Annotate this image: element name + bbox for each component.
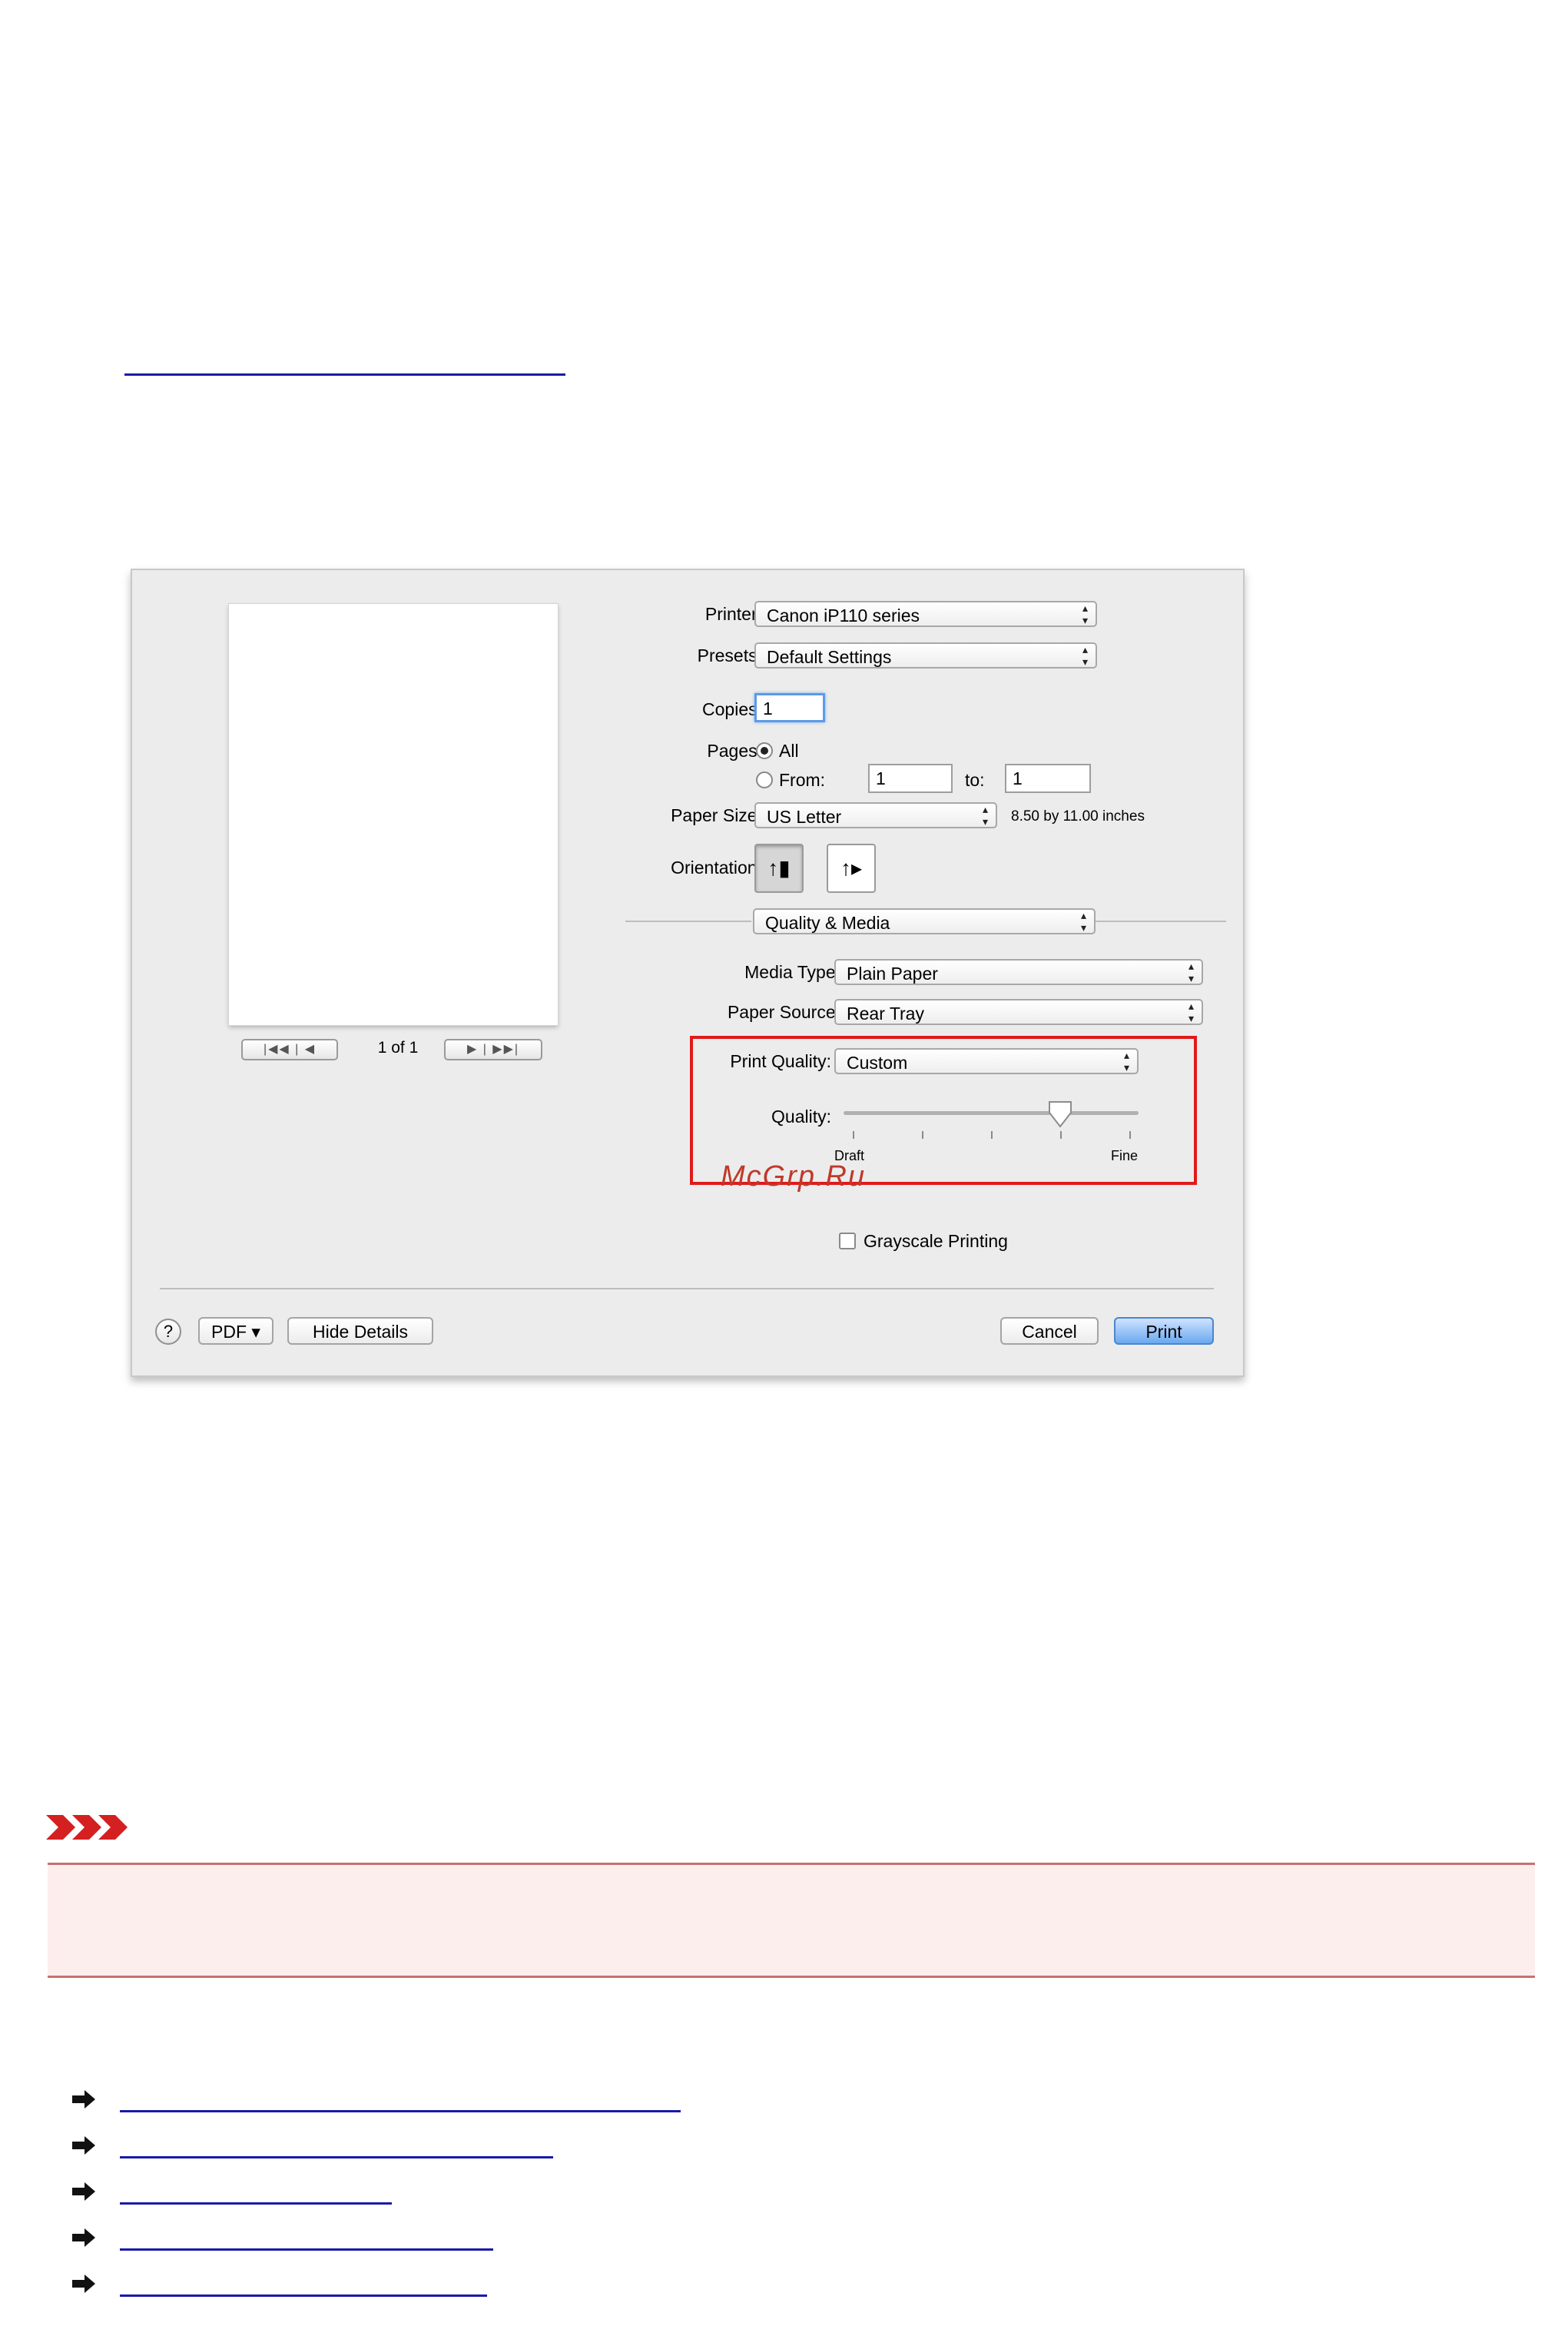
paper-size-label: Paper Size: <box>671 805 762 825</box>
related-link-1[interactable] <box>71 2089 681 2114</box>
right-arrow-icon <box>72 2228 95 2247</box>
watermark-text: McGrp.Ru <box>721 1160 867 1193</box>
related-link-underline <box>120 2248 493 2251</box>
grayscale-label: Grayscale Printing <box>864 1231 1008 1251</box>
slider-tick <box>991 1131 993 1139</box>
related-link-2[interactable] <box>71 2135 553 2160</box>
pages-to-label: to: <box>965 770 985 790</box>
right-arrow-icon <box>72 2136 95 2155</box>
paper-source-popup[interactable]: Rear Tray ▴ ▾ <box>834 999 1203 1025</box>
updown-arrows-icon: ▴ ▾ <box>1082 602 1088 626</box>
preview-first-prev-button[interactable]: |◀◀ | ◀ <box>241 1039 338 1060</box>
slider-tick <box>853 1131 854 1139</box>
related-link-underline <box>120 2156 553 2158</box>
quality-slider[interactable] <box>844 1100 1139 1143</box>
cancel-button[interactable]: Cancel <box>1000 1317 1099 1345</box>
orientation-label: Orientation: <box>671 858 762 878</box>
pages-from-field[interactable]: 1 <box>868 764 953 793</box>
print-button[interactable]: Print <box>1114 1317 1214 1345</box>
pages-label: Pages: <box>707 741 762 761</box>
media-type-value: Plain Paper <box>847 964 938 984</box>
landscape-icon: ↑▸ <box>840 856 863 880</box>
quality-max-label: Fine <box>1111 1148 1139 1163</box>
panel-separator-right <box>1096 921 1226 922</box>
pages-all-label: All <box>779 741 799 761</box>
important-icon <box>46 1815 128 1840</box>
media-type-popup[interactable]: Plain Paper ▴ ▾ <box>834 959 1203 985</box>
updown-arrows-icon: ▴ ▾ <box>1080 909 1086 934</box>
printer-label: Printer: <box>704 604 762 624</box>
media-type-label: Media Type: <box>744 962 840 982</box>
copies-label: Copies: <box>702 699 762 719</box>
related-link-4[interactable] <box>71 2227 493 2252</box>
footer-separator <box>160 1288 1214 1289</box>
printer-value: Canon iP110 series <box>767 606 920 625</box>
important-box <box>48 1863 1535 1978</box>
right-arrow-icon <box>72 2275 95 2293</box>
related-link-3[interactable] <box>71 2181 392 2206</box>
updown-arrows-icon: ▴ ▾ <box>1123 1049 1129 1073</box>
slider-tick <box>1129 1131 1131 1139</box>
page-preview <box>229 604 558 1025</box>
presets-value: Default Settings <box>767 647 892 667</box>
print-quality-popup[interactable]: Custom ▴ ▾ <box>834 1048 1139 1074</box>
printer-popup[interactable]: Canon iP110 series ▴ ▾ <box>754 601 1097 627</box>
presets-label: Presets: <box>697 645 762 665</box>
pages-from-label: From: <box>779 770 826 790</box>
paper-source-value: Rear Tray <box>847 1004 924 1024</box>
updown-arrows-icon: ▴ ▾ <box>1188 960 1194 984</box>
panel-popup[interactable]: Quality & Media ▴ ▾ <box>753 908 1096 934</box>
portrait-orientation-button[interactable]: ↑▮ <box>754 844 804 893</box>
preview-next-last-button[interactable]: ▶ | ▶▶| <box>444 1039 542 1060</box>
copies-field[interactable]: 1 <box>754 693 825 722</box>
landscape-orientation-button[interactable]: ↑▸ <box>827 844 876 893</box>
print-quality-label: Print Quality: <box>730 1051 831 1071</box>
related-link-underline <box>120 2110 681 2112</box>
paper-size-popup[interactable]: US Letter ▴ ▾ <box>754 802 997 828</box>
related-link-5[interactable] <box>71 2273 487 2298</box>
preview-page-counter: 1 of 1 <box>377 1039 419 1057</box>
paper-source-label: Paper Source: <box>727 1002 840 1022</box>
print-dialog: |◀◀ | ◀ 1 of 1 ▶ | ▶▶| Printer: Canon iP… <box>131 569 1245 1377</box>
slider-thumb[interactable] <box>1047 1100 1073 1130</box>
pages-all-radio[interactable] <box>756 742 773 759</box>
hide-details-button[interactable]: Hide Details <box>287 1317 433 1345</box>
pages-to-field[interactable]: 1 <box>1005 764 1091 793</box>
updown-arrows-icon: ▴ ▾ <box>1082 643 1088 668</box>
updown-arrows-icon: ▴ ▾ <box>982 803 988 828</box>
portrait-icon: ↑▮ <box>767 856 791 880</box>
updown-arrows-icon: ▴ ▾ <box>1188 1000 1194 1024</box>
paper-size-dimensions: 8.50 by 11.00 inches <box>1011 808 1145 825</box>
related-link-underline <box>120 2294 487 2297</box>
slider-tick <box>922 1131 923 1139</box>
presets-popup[interactable]: Default Settings ▴ ▾ <box>754 642 1097 669</box>
pages-from-radio[interactable] <box>756 771 773 788</box>
right-arrow-icon <box>72 2182 95 2201</box>
help-button[interactable]: ? <box>155 1319 181 1345</box>
related-link-underline <box>120 2202 392 2205</box>
right-arrow-icon <box>72 2090 95 2109</box>
grayscale-checkbox[interactable] <box>839 1233 856 1249</box>
paper-size-value: US Letter <box>767 807 842 827</box>
panel-value: Quality & Media <box>765 913 890 933</box>
top-link[interactable] <box>124 373 565 376</box>
slider-tick <box>1060 1131 1062 1139</box>
quality-label: Quality: <box>771 1107 831 1127</box>
pdf-menu-button[interactable]: PDF ▾ <box>198 1317 273 1345</box>
slider-track <box>844 1111 1139 1115</box>
print-quality-value: Custom <box>847 1053 908 1073</box>
panel-separator-left <box>625 921 751 922</box>
